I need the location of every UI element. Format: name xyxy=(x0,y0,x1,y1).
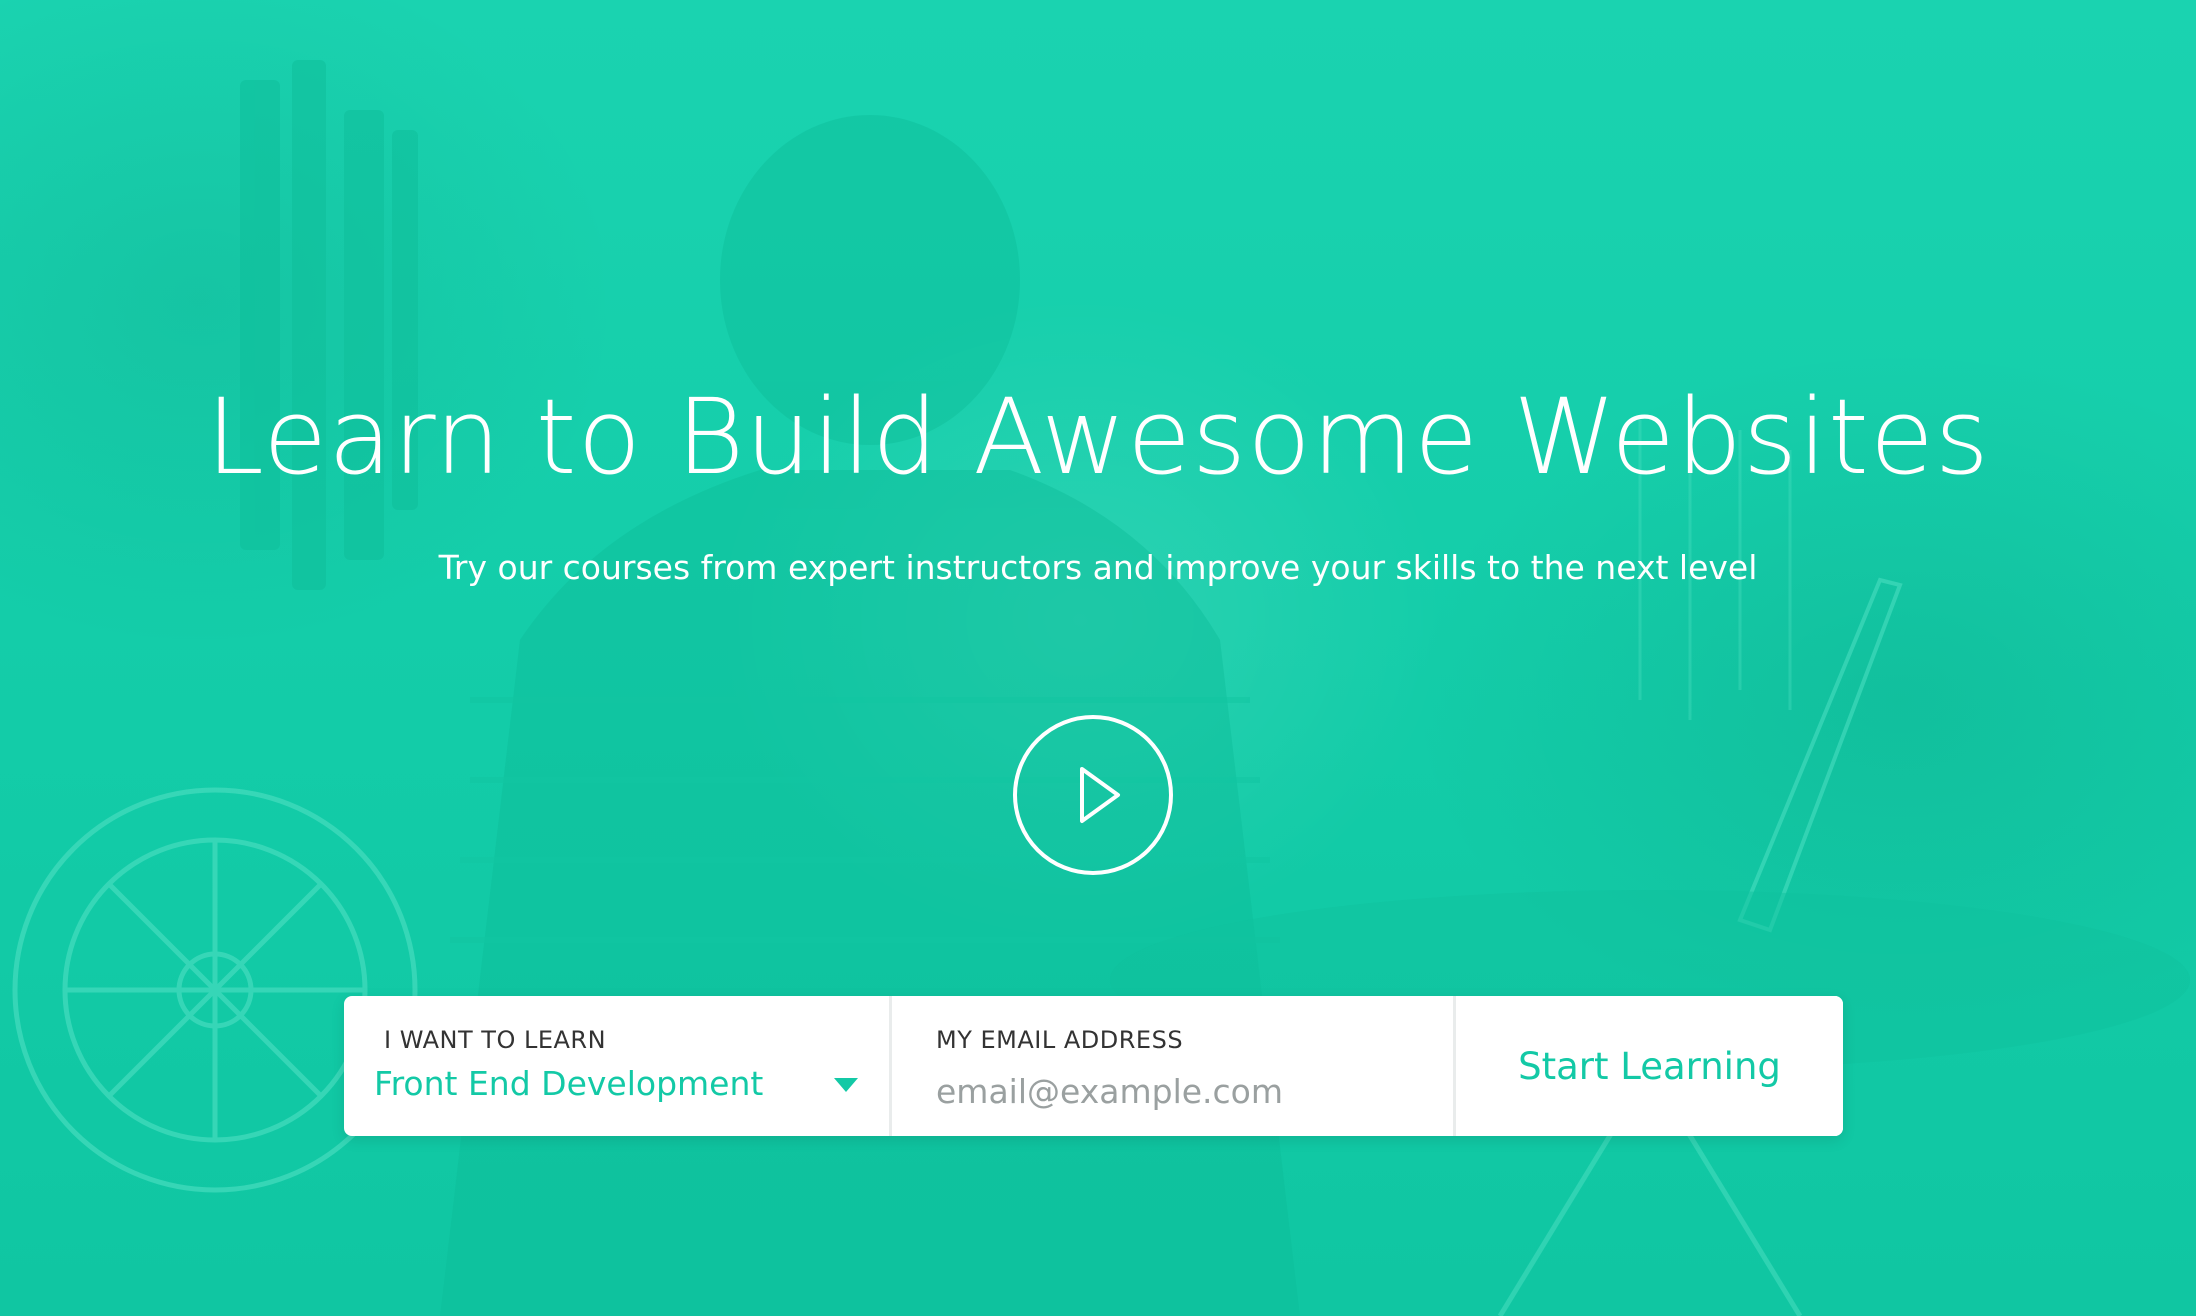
play-icon xyxy=(1080,767,1120,823)
email-input[interactable] xyxy=(936,1066,1416,1116)
signup-form: I WANT TO LEARN Front End Development MY… xyxy=(344,996,1843,1136)
email-label: MY EMAIL ADDRESS xyxy=(936,1026,1184,1054)
hero-section: Learn to Build Awesome Websites Try our … xyxy=(0,0,2196,1316)
learn-topic-label: I WANT TO LEARN xyxy=(384,1026,607,1054)
play-video-button[interactable] xyxy=(1013,715,1173,875)
learn-topic-value: Front End Development xyxy=(374,1064,764,1103)
learn-topic-select[interactable]: I WANT TO LEARN Front End Development xyxy=(344,996,892,1136)
start-learning-button[interactable]: Start Learning xyxy=(1456,996,1843,1136)
email-field-group: MY EMAIL ADDRESS xyxy=(892,996,1456,1136)
chevron-down-icon xyxy=(834,1078,858,1092)
page-title: Learn to Build Awesome Websites xyxy=(206,376,1990,498)
page-subtitle: Try our courses from expert instructors … xyxy=(438,548,1758,587)
